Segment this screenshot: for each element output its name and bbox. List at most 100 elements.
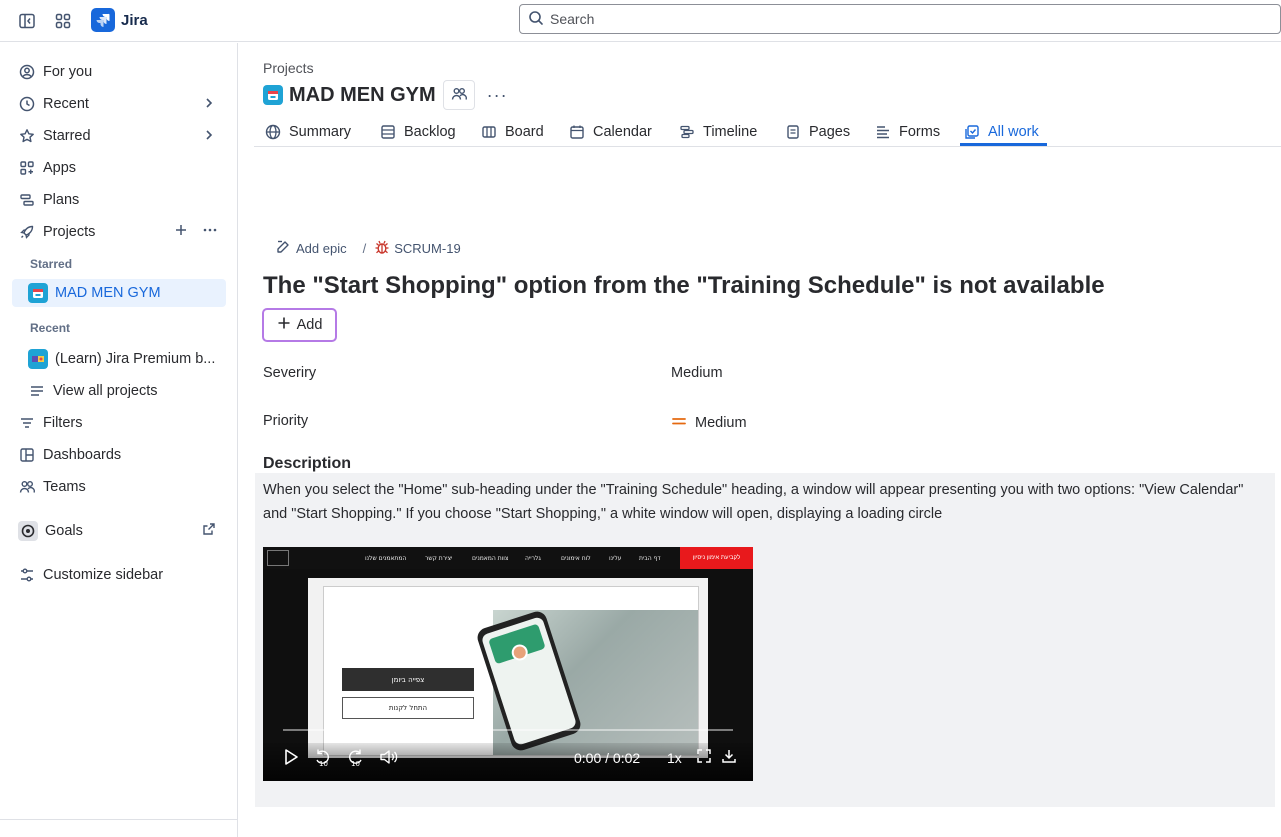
add-button-label: Add — [296, 317, 323, 333]
tab-label: Board — [505, 124, 544, 140]
bug-icon — [374, 239, 390, 258]
sidebar-item-label: (Learn) Jira Premium b... — [55, 351, 216, 367]
sidebar-toggle-icon[interactable] — [15, 9, 39, 33]
team-button[interactable] — [442, 80, 475, 110]
tab-forms[interactable]: Forms — [874, 117, 940, 147]
video-start-shopping-button: התחל לקנות — [342, 697, 474, 719]
forward-10-icon[interactable]: 10 — [346, 748, 364, 768]
priority-label: Priority — [263, 413, 309, 429]
sidebar-item-goals[interactable]: Goals — [12, 517, 226, 545]
sidebar-item-dashboards[interactable]: Dashboards — [12, 441, 226, 469]
section-label-starred: Starred — [30, 257, 73, 271]
tab-summary[interactable]: Summary — [264, 117, 351, 147]
sidebar-item-view-all-projects[interactable]: View all projects — [12, 377, 226, 405]
video-time: 0:00 / 0:02 — [574, 750, 641, 766]
sidebar-item-projects[interactable]: Projects — [12, 218, 226, 246]
video-nav-item: עלינו — [609, 555, 622, 562]
sidebar-item-starred[interactable]: Starred — [12, 122, 226, 150]
plus-icon — [277, 316, 291, 334]
tab-label: Pages — [809, 124, 851, 140]
pencil-icon — [275, 239, 291, 258]
star-icon — [18, 127, 36, 145]
video-player[interactable]: המתאמנים שלנו יצירת קשר צוות המאמנים גלר… — [263, 547, 753, 781]
page-title: MAD MEN GYM — [289, 83, 436, 106]
rocket-icon — [18, 223, 36, 241]
sidebar-item-filters[interactable]: Filters — [12, 409, 226, 437]
search-box[interactable] — [519, 4, 1281, 34]
video-nav-item: המתאמנים שלנו — [365, 555, 407, 562]
chevron-right-icon[interactable] — [202, 96, 216, 114]
jira-logo[interactable]: Jira — [91, 7, 148, 33]
add-epic-button[interactable]: Add epic — [275, 239, 347, 258]
tab-label: All work — [988, 124, 1039, 140]
priority-value-text: Medium — [695, 415, 747, 431]
sidebar-item-plans[interactable]: Plans — [12, 186, 226, 214]
fullscreen-icon[interactable] — [696, 748, 712, 764]
timeline-icon — [678, 123, 696, 141]
priority-medium-icon — [671, 413, 687, 433]
video-nav-item: צוות המאמנים — [472, 555, 509, 562]
playback-speed-button[interactable]: 1x — [667, 750, 682, 766]
video-nav-item: יצירת קשר — [425, 555, 453, 562]
breadcrumb[interactable]: Projects — [263, 60, 314, 76]
sidebar-item-recent[interactable]: Recent — [12, 90, 226, 118]
project-tabs: Summary Backlog Board Calendar Timeline … — [254, 117, 1281, 147]
sidebar-item-label: Filters — [43, 415, 83, 431]
issue-key-link[interactable]: SCRUM-19 — [374, 239, 461, 258]
app-switcher-icon[interactable] — [51, 9, 75, 33]
add-epic-label: Add epic — [296, 240, 347, 256]
issue-key: SCRUM-19 — [394, 240, 461, 256]
tab-pages[interactable]: Pages — [784, 117, 850, 147]
sidebar-item-mad-men-gym[interactable]: MAD MEN GYM — [12, 279, 226, 307]
video-nav-cta: לקביעת אימון ניסיון — [680, 547, 753, 569]
rewind-10-icon[interactable]: 10 — [314, 748, 332, 768]
play-icon[interactable] — [283, 748, 299, 766]
sidebar-item-label: Plans — [43, 192, 80, 208]
more-icon[interactable] — [202, 223, 218, 241]
tab-calendar[interactable]: Calendar — [568, 117, 652, 147]
sidebar-item-customize[interactable]: Customize sidebar — [12, 561, 226, 589]
tab-label: Summary — [289, 124, 352, 140]
filter-icon — [18, 414, 36, 432]
jira-logo-icon — [91, 8, 115, 32]
tab-backlog[interactable]: Backlog — [379, 117, 456, 147]
calendar-icon — [568, 123, 586, 141]
download-icon[interactable] — [721, 748, 737, 764]
sidebar-item-apps[interactable]: Apps — [12, 154, 226, 182]
user-circle-icon — [18, 63, 36, 81]
globe-icon — [264, 123, 282, 141]
clock-icon — [18, 95, 36, 113]
video-nav-item: דף הבית — [639, 555, 661, 562]
priority-value[interactable]: Medium — [671, 413, 747, 433]
sidebar-item-teams[interactable]: Teams — [12, 473, 226, 501]
sidebar: For you Recent Starred Apps Plans Projec… — [0, 43, 238, 837]
chevron-right-icon[interactable] — [202, 128, 216, 146]
all-work-icon — [963, 123, 981, 141]
tab-timeline[interactable]: Timeline — [678, 117, 757, 147]
description-text[interactable]: When you select the "Home" sub-heading u… — [263, 478, 1253, 526]
dashboard-icon — [18, 446, 36, 464]
board-icon — [480, 123, 498, 141]
video-progress-bar[interactable] — [283, 729, 733, 731]
severity-label: Severiry — [263, 365, 317, 381]
sidebar-item-label: Apps — [43, 160, 77, 176]
volume-icon[interactable] — [379, 748, 399, 766]
more-actions-button[interactable]: ··· — [487, 85, 508, 106]
search-input[interactable] — [550, 11, 1250, 27]
severity-value[interactable]: Medium — [671, 365, 723, 381]
tab-board[interactable]: Board — [480, 117, 544, 147]
active-tab-underline — [960, 143, 1047, 146]
external-link-icon[interactable] — [202, 522, 216, 540]
add-project-icon[interactable] — [174, 223, 188, 241]
issue-title[interactable]: The "Start Shopping" option from the "Tr… — [263, 272, 1105, 300]
sidebar-item-for-you[interactable]: For you — [12, 58, 226, 86]
add-button[interactable]: Add — [262, 308, 337, 342]
video-view-calendar-button: צפייה ביומן — [342, 668, 474, 691]
sidebar-item-learn-jira-premium[interactable]: (Learn) Jira Premium b... — [12, 345, 226, 373]
apps-icon — [18, 159, 36, 177]
sidebar-item-label: For you — [43, 64, 93, 80]
video-nav-item: גלרייה — [525, 555, 541, 562]
issue-breadcrumb: Add epic / SCRUM-19 — [275, 238, 461, 258]
severity-value-text: Medium — [671, 365, 723, 381]
sidebar-item-label: Projects — [43, 224, 96, 240]
